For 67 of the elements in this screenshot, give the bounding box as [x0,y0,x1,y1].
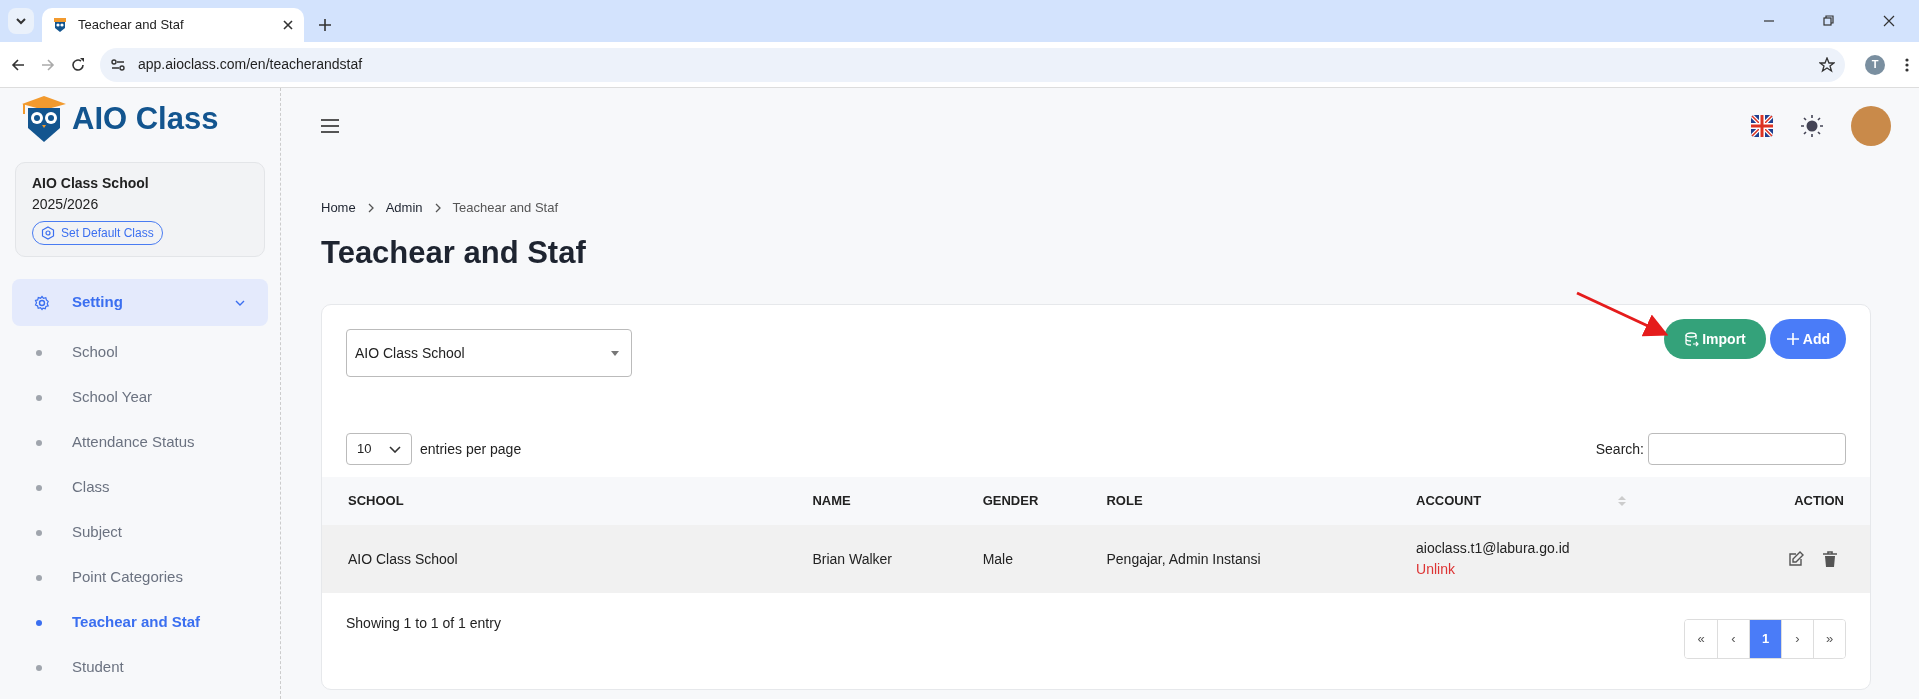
table-cell: Brian Walker [812,550,892,567]
search-label: Search: [1595,439,1644,459]
close-icon[interactable] [282,19,294,31]
sidebar-item[interactable]: Teachear and Staf [12,600,268,645]
breadcrumb-current: Teachear and Staf [452,199,559,217]
column-header: ROLE [1106,492,1143,511]
star-icon[interactable] [1819,56,1835,73]
add-button[interactable]: Add [1769,319,1846,359]
sidebar-item[interactable]: Class [12,465,268,510]
column-header: NAME [812,492,851,511]
tab-title: Teachear and Staf [78,16,185,35]
column-header: ACTION [1794,492,1844,511]
back-icon[interactable] [10,56,26,73]
page-title: Teachear and Staf [321,233,587,272]
sidebar-item[interactable]: Attendance Status [12,420,268,465]
column-header: ACCOUNT [1416,492,1482,511]
setting-menu-toggle[interactable]: Setting [12,279,268,326]
address-bar[interactable]: app.aioclass.com/en/teacherandstaf [100,47,1845,82]
breadcrumb-link[interactable]: Admin [385,198,423,218]
unlink-link[interactable]: Unlink [1416,561,1455,577]
site-settings-icon[interactable] [110,56,126,73]
table-cell: Male [982,550,1013,567]
database-icon [1684,331,1700,347]
sun-icon[interactable] [1801,115,1823,137]
column-header: SCHOOL [348,492,404,511]
import-button[interactable]: Import [1664,319,1766,359]
gear-icon [34,294,50,311]
table-cell: Pengajar, Admin Instansi [1106,550,1261,567]
column-header: GENDER [982,492,1039,511]
entries-info: Showing 1 to 1 of 1 entry [346,614,501,633]
breadcrumb-link[interactable]: Home [321,198,356,218]
table-cell: AIO Class School [348,550,458,567]
edit-icon[interactable] [1788,551,1804,567]
entries-label: entries per page [420,439,522,459]
school-select[interactable]: AIO Class School [346,329,632,377]
close-icon[interactable] [1883,15,1895,27]
brand-name: AIO Class [72,99,219,138]
sidebar-item[interactable]: Point Categories [12,555,268,600]
reload-icon[interactable] [70,56,86,73]
new-tab-icon[interactable] [318,18,332,32]
sidebar-item[interactable]: School [12,330,268,375]
owl-logo-icon [20,94,68,144]
profile-avatar[interactable]: T [1865,54,1885,75]
account-email: aioclass.t1@labura.go.id [1416,539,1571,558]
site-logo-icon [52,17,68,33]
browser-tab[interactable]: Teachear and Staf [42,8,304,42]
restore-icon[interactable] [1823,15,1835,27]
school-year: 2025/2026 [32,195,100,214]
menu-icon[interactable] [321,118,339,134]
trash-icon[interactable] [1822,550,1838,568]
more-menu-icon[interactable] [1905,56,1909,73]
tab-list-button[interactable] [8,8,34,34]
hexagon-icon [41,226,55,240]
school-name: AIO Class School [32,174,150,193]
sidebar-item[interactable]: Student [12,645,268,690]
page-size-select[interactable]: 10 [346,433,412,465]
uk-flag-icon[interactable] [1751,115,1773,137]
page-button[interactable]: » [1813,620,1845,658]
sidebar-item[interactable]: Subject [12,510,268,555]
url-text: app.aioclass.com/en/teacherandstaf [138,55,364,74]
dropdown-caret-icon [611,350,619,356]
sidebar-item[interactable]: School Year [12,375,268,420]
plus-icon [1785,332,1800,346]
user-avatar[interactable] [1851,106,1891,146]
page-button[interactable]: 1 [1749,620,1781,658]
chevron-down-icon [389,445,401,453]
search-field[interactable] [1648,433,1846,465]
